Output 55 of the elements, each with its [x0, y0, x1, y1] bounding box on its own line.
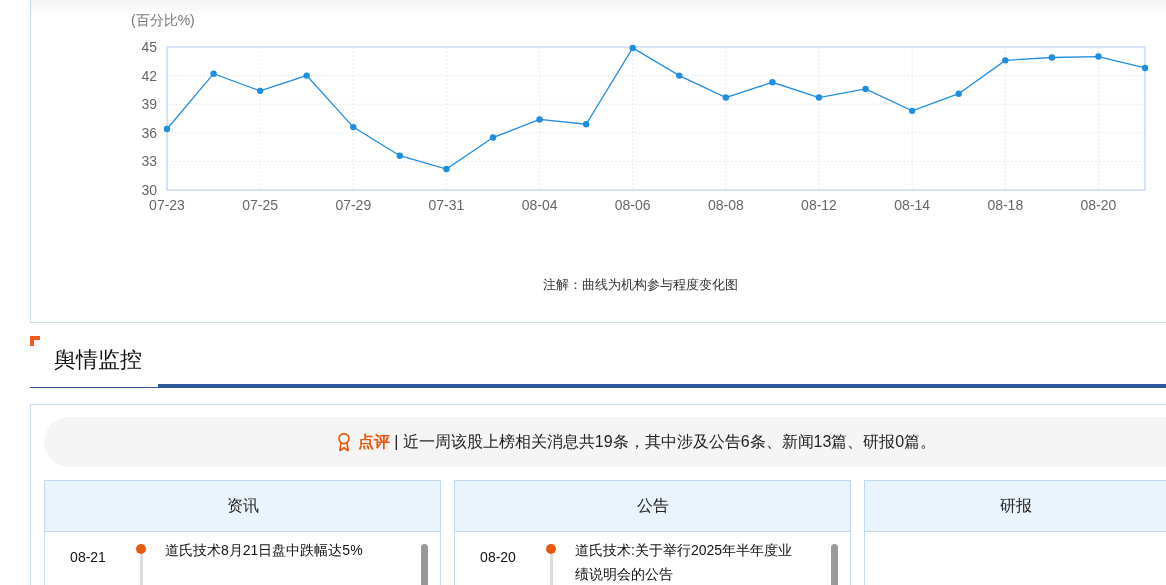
x-tick-label: 08-14 [894, 197, 931, 213]
column-header: 公告 [455, 481, 850, 532]
data-point [536, 116, 543, 123]
data-point [908, 107, 916, 115]
y-tick-label: 36 [141, 124, 157, 141]
data-point [350, 123, 357, 131]
data-point [303, 72, 310, 79]
summary-text: 点评 | 近一周该股上榜相关消息共19条，其中涉及公告6条、新闻13篇、研报0篇。 [357, 431, 937, 452]
data-point [582, 121, 590, 128]
data-point [629, 44, 636, 52]
data-point [1141, 64, 1149, 72]
data-point [769, 79, 776, 86]
news-link[interactable]: 道氏技术8月21日盘中跌幅达5% [165, 538, 395, 562]
data-point [955, 90, 962, 97]
data-point [489, 134, 497, 141]
x-tick-label: 08-08 [707, 197, 744, 213]
x-tick-label: 08-18 [987, 197, 1024, 213]
data-point [815, 94, 823, 101]
news-link[interactable]: 道氏技术:关于举行2025年半年度业绩说明会的公告 [575, 538, 805, 585]
timeline-line [549, 554, 553, 585]
data-point [676, 72, 683, 79]
column-header: 资讯 [45, 481, 440, 532]
data-point [722, 94, 730, 101]
data-point [163, 125, 171, 133]
y-tick-label: 45 [141, 39, 157, 55]
timeline-dot [546, 544, 556, 554]
x-tick-label: 08-06 [614, 197, 651, 213]
data-point [396, 152, 404, 159]
x-tick-label: 07-23 [149, 197, 185, 213]
data-point [443, 165, 450, 173]
y-tick-label: 30 [141, 182, 157, 198]
x-tick-label: 07-29 [335, 197, 372, 213]
x-tick-label: 07-25 [242, 197, 279, 213]
x-tick-label: 08-04 [521, 197, 558, 213]
timeline-line [139, 554, 143, 585]
data-point [1048, 54, 1056, 61]
data-point [1095, 53, 1102, 60]
x-tick-label: 07-31 [428, 197, 465, 213]
news-date: 08-21 [69, 548, 107, 565]
corner-mark-icon [30, 336, 40, 346]
data-point [1002, 57, 1009, 64]
chart-note: 注解：曲线为机构参与程度变化图 [543, 276, 738, 294]
axis-unit-label: (百分比%) [131, 12, 195, 28]
x-tick-label: 08-20 [1080, 197, 1117, 213]
x-tick-label: 08-12 [801, 197, 837, 213]
data-point [862, 85, 869, 93]
y-tick-label: 42 [141, 67, 157, 84]
data-point [210, 70, 217, 77]
section-title: 舆情监控 [30, 345, 158, 388]
news-date: 08-20 [479, 548, 517, 565]
timeline-dot [136, 544, 146, 554]
column-header: 研报 [865, 481, 1166, 532]
y-tick-label: 39 [141, 96, 157, 113]
data-point [256, 87, 264, 95]
y-tick-label: 33 [141, 153, 157, 170]
